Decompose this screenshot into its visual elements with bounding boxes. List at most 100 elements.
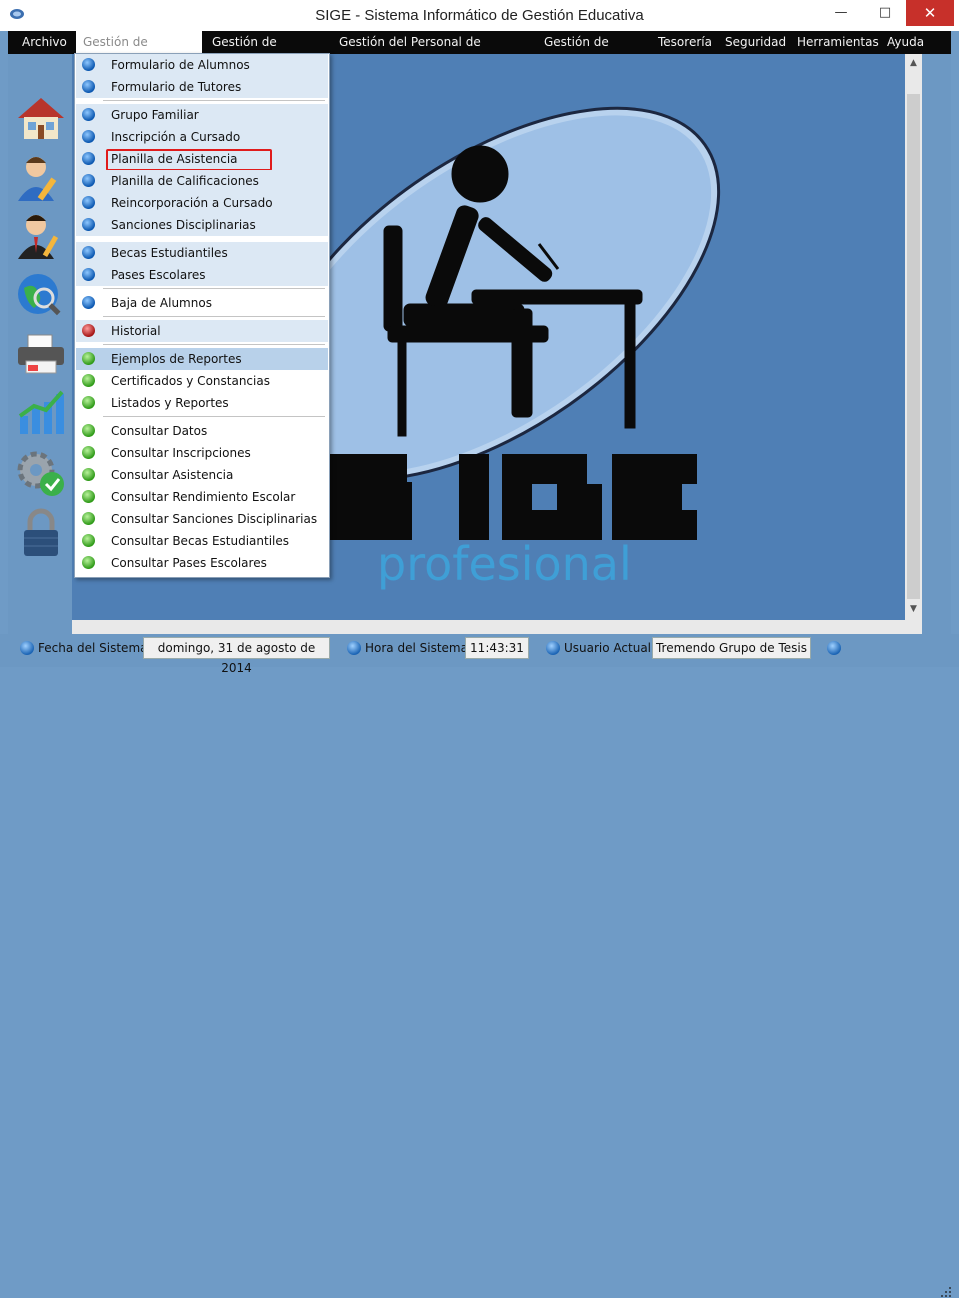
green-bullet-icon [82,446,95,459]
menu-item-label: Consultar Becas Estudiantiles [111,534,290,548]
minimize-button[interactable]: — [818,0,864,26]
menu-gestion-alumnos[interactable]: Gestión de Alumnos [76,31,202,72]
menu-item[interactable]: Reincorporación a Cursado [76,192,328,214]
menu-ayuda[interactable]: Ayuda [887,31,927,54]
menu-item[interactable]: Consultar Rendimiento Escolar [76,486,328,508]
green-bullet-icon [82,490,95,503]
horizontal-scrollbar[interactable] [72,620,922,634]
blue-bullet-icon [82,174,95,187]
status-dot-icon [20,641,34,655]
blue-bullet-icon [82,152,95,165]
menu-gestion-cursos[interactable]: Gestión de Cursos [544,31,644,72]
menu-item-label: Grupo Familiar [111,108,199,122]
green-bullet-icon [82,352,95,365]
globe-search-icon[interactable] [14,268,68,322]
menu-item[interactable]: Grupo Familiar [76,104,328,126]
menu-separator [103,100,325,101]
left-toolbar [8,54,72,634]
menu-item[interactable]: Becas Estudiantiles [76,242,328,264]
menu-separator [103,344,325,345]
menu-separator [103,416,325,417]
menu-item-label: Formulario de Tutores [111,80,242,94]
menu-item-label: Pases Escolares [111,268,206,282]
blue-bullet-icon [82,80,95,93]
green-bullet-icon [82,468,95,481]
scroll-thumb[interactable] [907,94,920,599]
menu-herramientas[interactable]: Herramientas [797,31,879,54]
menu-gestion-maestranza[interactable]: Gestión del Personal de Maestranza [339,31,539,72]
close-button[interactable]: ✕ [906,0,954,26]
menu-item-label: Ejemplos de Reportes [111,352,242,366]
menu-separator [103,316,325,317]
blue-bullet-icon [82,296,95,309]
menu-item-label: Planilla de Calificaciones [111,174,259,188]
title-bar: SIGE - Sistema Informático de Gestión Ed… [0,0,959,31]
menu-item-label: Sanciones Disciplinarias [111,218,256,232]
usuario-label: Usuario Actual [564,641,652,655]
menu-item-label: Consultar Pases Escolares [111,556,267,570]
menu-gestion-docentes[interactable]: Gestión de Docentes [212,31,332,72]
vertical-scrollbar[interactable]: ▲ ▼ [905,54,922,620]
fecha-label: Fecha del Sistema [38,641,148,655]
gear-check-icon[interactable] [14,446,68,500]
scroll-up-arrow[interactable]: ▲ [905,56,922,70]
menu-item[interactable]: Pases Escolares [76,264,328,286]
menu-item-label: Consultar Inscripciones [111,446,251,460]
menu-item[interactable]: Consultar Pases Escolares [76,552,328,574]
menu-separator [103,288,325,289]
status-dot-icon [827,641,841,655]
hora-value: 11:43:31 [465,637,529,659]
menu-archivo[interactable]: Archivo [14,31,74,54]
menu-item-label: Consultar Rendimiento Escolar [111,490,296,504]
menu-item[interactable]: Consultar Sanciones Disciplinarias [76,508,328,530]
menu-item[interactable]: Consultar Datos [76,420,328,442]
menu-item-label: Historial [111,324,161,338]
menu-tesoreria[interactable]: Tesorería [658,31,714,54]
menu-item[interactable]: Formulario de Alumnos [76,54,328,76]
blue-bullet-icon [82,108,95,121]
menu-item[interactable]: Historial [76,320,328,342]
menu-item[interactable]: Listados y Reportes [76,392,328,414]
menu-item[interactable]: Baja de Alumnos [76,292,328,314]
blue-bullet-icon [82,196,95,209]
menu-bar: Archivo Gestión de Alumnos Gestión de Do… [8,31,951,72]
menu-item[interactable]: Consultar Asistencia [76,464,328,486]
bar-chart-icon[interactable] [14,386,68,440]
right-frame [922,54,951,634]
blue-bullet-icon [82,246,95,259]
menu-item[interactable]: Ejemplos de Reportes [76,348,328,370]
menu-item[interactable]: Certificados y Constancias [76,370,328,392]
resize-grip-icon[interactable] [940,1286,952,1298]
menu-item[interactable]: Sanciones Disciplinarias [76,214,328,236]
house-icon[interactable] [14,92,68,146]
menu-item[interactable]: Consultar Inscripciones [76,442,328,464]
status-bar: Fecha del Sistema domingo, 31 de agosto … [0,634,959,1297]
scroll-down-arrow[interactable]: ▼ [905,602,922,616]
window-title: SIGE - Sistema Informático de Gestión Ed… [315,7,644,24]
menu-item[interactable]: Planilla de Calificaciones [76,170,328,192]
logo-subtitle: profesional [377,537,632,591]
green-bullet-icon [82,512,95,525]
menu-item-label: Reincorporación a Cursado [111,196,273,210]
menu-seguridad[interactable]: Seguridad [725,31,787,54]
menu-item[interactable]: Inscripción a Cursado [76,126,328,148]
green-bullet-icon [82,556,95,569]
menu-item[interactable]: Formulario de Tutores [76,76,328,98]
menu-item-label: Consultar Asistencia [111,468,234,482]
menu-item[interactable]: Consultar Becas Estudiantiles [76,530,328,552]
blue-bullet-icon [82,218,95,231]
teacher-icon[interactable] [14,209,68,263]
menu-item-label: Becas Estudiantiles [111,246,228,260]
usuario-value: Tremendo Grupo de Tesis [652,637,811,659]
padlock-icon[interactable] [14,506,68,560]
menu-item[interactable]: Planilla de Asistencia [76,148,328,171]
red-bullet-icon [82,324,95,337]
green-bullet-icon [82,424,95,437]
blue-bullet-icon [82,130,95,143]
status-dot-icon [546,641,560,655]
printer-icon[interactable] [14,327,68,381]
maximize-button[interactable]: □ [862,0,908,26]
green-bullet-icon [82,534,95,547]
user-edit-icon[interactable] [14,151,68,205]
menu-item-label: Consultar Datos [111,424,208,438]
